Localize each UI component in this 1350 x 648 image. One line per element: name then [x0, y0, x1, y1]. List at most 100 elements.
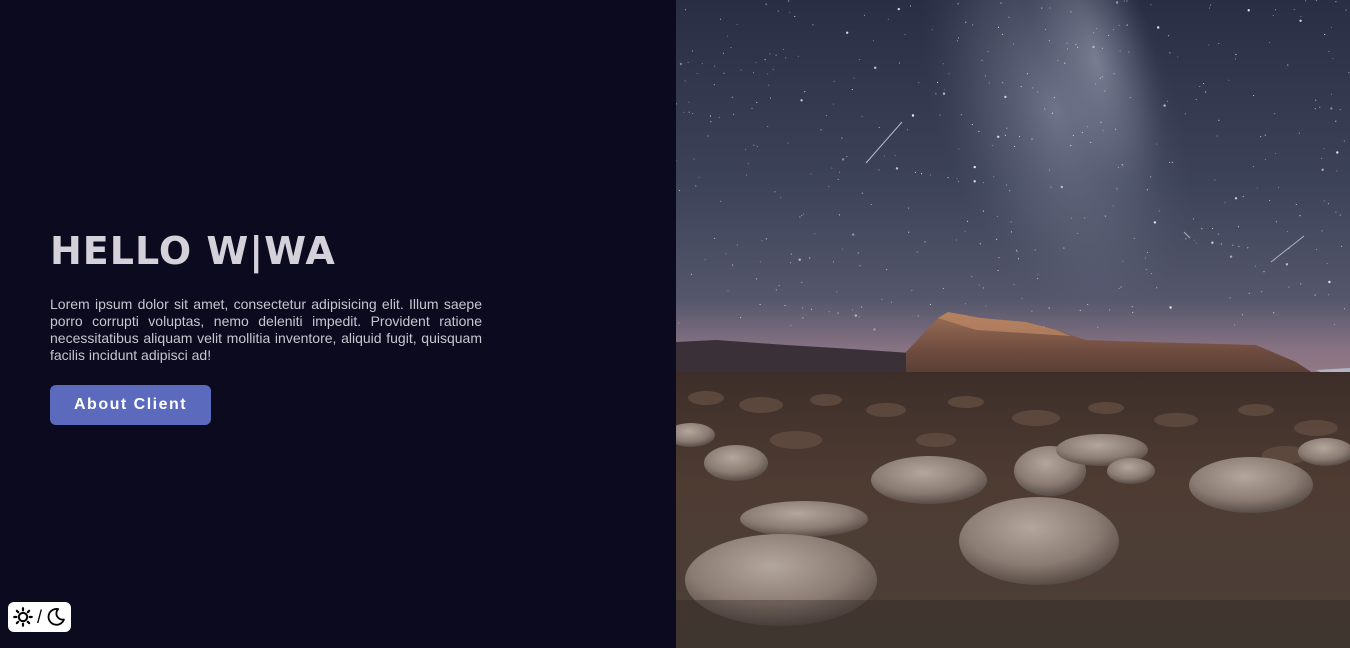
- star: [687, 61, 689, 63]
- star: [1066, 42, 1068, 44]
- star: [1321, 230, 1323, 232]
- star: [1235, 54, 1237, 56]
- star: [971, 123, 973, 126]
- moon-icon[interactable]: [46, 607, 66, 627]
- star: [1300, 283, 1302, 285]
- star: [1248, 292, 1250, 294]
- star: [1332, 58, 1334, 60]
- star: [1163, 104, 1166, 107]
- star: [972, 24, 974, 26]
- star: [1094, 83, 1097, 85]
- star: [1000, 2, 1002, 4]
- star: [1066, 48, 1069, 50]
- star: [1096, 27, 1098, 30]
- star: [1201, 228, 1203, 230]
- star: [881, 298, 883, 301]
- star: [755, 278, 758, 280]
- star: [1123, 0, 1125, 2]
- star: [679, 62, 683, 66]
- star: [1060, 185, 1063, 189]
- star: [733, 113, 735, 115]
- star: [765, 3, 767, 5]
- star: [1108, 34, 1110, 36]
- star: [1328, 280, 1331, 284]
- star: [895, 167, 899, 170]
- star: [764, 59, 766, 61]
- star: [751, 107, 753, 109]
- star: [978, 130, 980, 133]
- star: [704, 259, 706, 261]
- star: [1037, 273, 1039, 275]
- hero-content: HELLO W|WA Lorem ipsum dolor sit amet, c…: [50, 228, 482, 425]
- star: [1053, 96, 1055, 99]
- star: [1169, 52, 1171, 54]
- star: [709, 115, 711, 117]
- sun-icon[interactable]: [13, 607, 33, 627]
- star: [1345, 9, 1347, 11]
- theme-toggle[interactable]: /: [8, 602, 71, 632]
- star: [1261, 291, 1263, 293]
- star: [1327, 203, 1329, 205]
- star: [1128, 51, 1130, 53]
- star: [1218, 42, 1220, 45]
- star: [1218, 119, 1220, 121]
- star: [804, 91, 806, 93]
- star: [713, 84, 715, 86]
- star: [1333, 324, 1336, 326]
- star: [852, 233, 855, 236]
- star: [1006, 127, 1008, 129]
- star: [831, 167, 833, 169]
- star: [837, 178, 839, 180]
- star: [698, 176, 700, 178]
- star: [1117, 166, 1119, 169]
- star: [1323, 147, 1325, 149]
- star: [1101, 47, 1103, 49]
- star: [861, 192, 863, 194]
- star: [1237, 226, 1240, 228]
- star: [1348, 72, 1350, 74]
- star: [775, 289, 777, 291]
- star: [964, 230, 966, 232]
- star: [1102, 130, 1104, 132]
- star: [714, 237, 716, 239]
- star: [678, 190, 680, 192]
- star: [1104, 215, 1106, 217]
- star: [846, 31, 849, 34]
- star: [1070, 145, 1072, 147]
- star: [726, 35, 728, 37]
- star: [1295, 203, 1297, 205]
- star: [964, 303, 967, 305]
- star: [787, 142, 789, 144]
- star: [1339, 214, 1341, 216]
- star: [1116, 188, 1118, 190]
- star: [873, 328, 876, 331]
- star: [1233, 324, 1236, 326]
- star: [1150, 176, 1152, 178]
- star: [1330, 93, 1332, 95]
- star: [1131, 306, 1133, 308]
- star: [899, 62, 901, 64]
- star: [753, 144, 755, 146]
- star: [714, 65, 716, 67]
- star: [870, 203, 872, 205]
- star: [993, 176, 995, 178]
- star: [720, 200, 722, 202]
- star: [1121, 164, 1123, 166]
- star: [1150, 273, 1152, 275]
- star: [942, 63, 944, 65]
- star: [1070, 11, 1072, 13]
- star: [789, 11, 791, 13]
- star: [765, 238, 767, 240]
- star: [809, 257, 811, 259]
- about-client-button[interactable]: About Client: [50, 385, 212, 425]
- star: [828, 186, 830, 188]
- star: [1113, 73, 1115, 75]
- star: [981, 59, 983, 61]
- star: [1336, 151, 1339, 154]
- star: [911, 114, 915, 117]
- star: [767, 125, 769, 128]
- star: [1048, 307, 1050, 309]
- star: [1272, 15, 1274, 17]
- star: [745, 149, 747, 151]
- star: [1076, 46, 1079, 48]
